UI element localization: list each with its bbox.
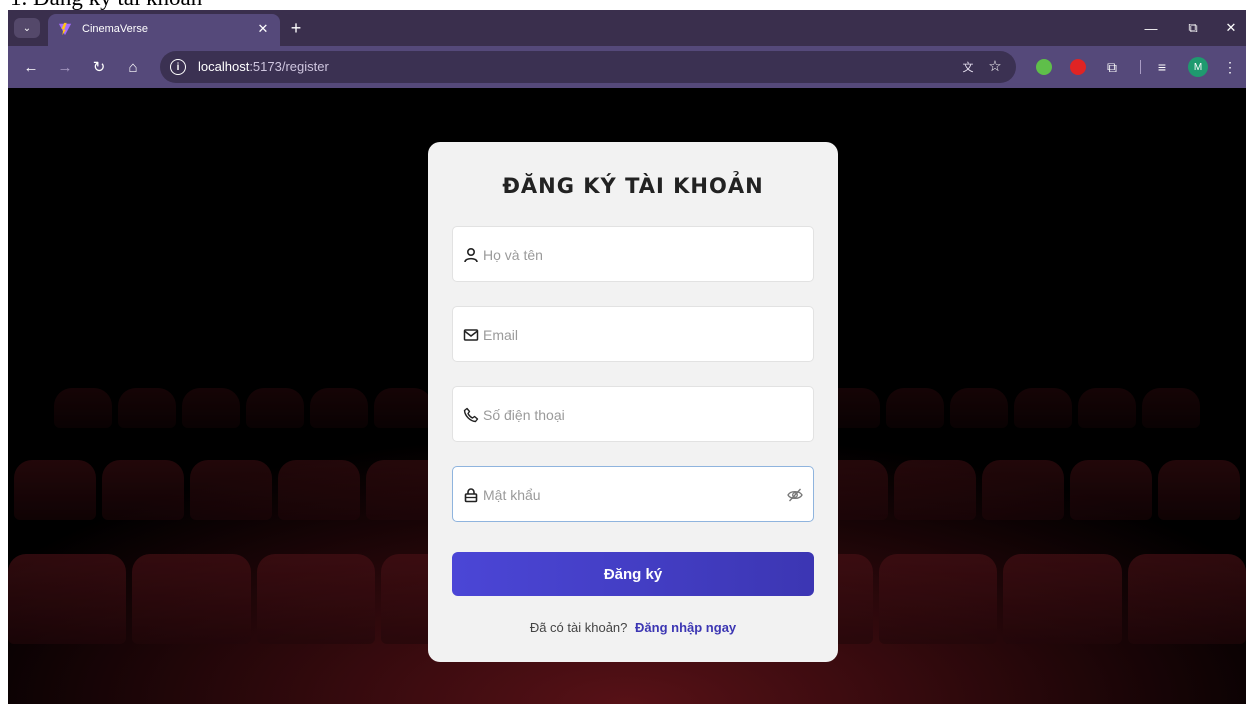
page-viewport: ĐĂNG KÝ TÀI KHOẢN Họ và tên Email Số điệ… <box>8 88 1246 704</box>
restore-icon[interactable]: ⧉ <box>1182 18 1204 38</box>
lock-icon <box>464 488 478 503</box>
mail-icon <box>463 329 479 341</box>
extensions-puzzle-icon[interactable]: ⧉ <box>1102 57 1122 77</box>
login-prompt-row: Đã có tài khoản? Đăng nhập ngay <box>428 620 838 635</box>
user-icon <box>464 247 478 263</box>
reading-list-icon[interactable]: ≡ <box>1152 57 1172 77</box>
tab-strip: ⌄ CinemaVerse ✕ + — ⧉ ✕ <box>8 10 1246 46</box>
site-info-icon[interactable]: i <box>170 59 186 75</box>
phone-field <box>452 386 814 442</box>
document-heading: 1. Đăng ký tài khoản <box>10 0 202 10</box>
eye-off-icon[interactable] <box>787 487 803 503</box>
bookmark-star-icon[interactable]: ☆ <box>986 57 1004 75</box>
name-field <box>452 226 814 282</box>
email-input[interactable] <box>483 321 783 349</box>
minimize-icon[interactable]: — <box>1140 18 1162 38</box>
window-close-icon[interactable]: ✕ <box>1220 18 1242 38</box>
email-field <box>452 306 814 362</box>
address-bar[interactable]: i localhost:5173/register 文 ☆ <box>160 51 1016 83</box>
extension-green-icon[interactable] <box>1036 59 1052 75</box>
reload-icon[interactable]: ↻ <box>88 57 110 77</box>
chevron-down-icon: ⌄ <box>22 22 32 34</box>
tab-close-icon[interactable]: ✕ <box>254 20 272 38</box>
register-button[interactable]: Đăng ký <box>452 552 814 596</box>
phone-input[interactable] <box>483 401 783 429</box>
phone-icon <box>463 407 479 423</box>
browser-toolbar: ← → ↻ ⌂ i localhost:5173/register 文 ☆ ⧉ … <box>8 46 1246 88</box>
name-input[interactable] <box>483 241 783 269</box>
tab-title: CinemaVerse <box>82 23 149 35</box>
page-title: ĐĂNG KÝ TÀI KHOẢN <box>502 174 764 198</box>
url-host: localhost <box>198 59 250 74</box>
password-input[interactable] <box>483 481 773 509</box>
tab-search-button[interactable]: ⌄ <box>14 18 40 38</box>
new-tab-button[interactable]: + <box>286 18 306 38</box>
forward-icon[interactable]: → <box>54 57 76 77</box>
password-field <box>452 466 814 522</box>
home-icon[interactable]: ⌂ <box>122 57 144 77</box>
tab-cinemaverse[interactable]: CinemaVerse ✕ <box>48 14 280 46</box>
translate-icon[interactable]: 文 <box>960 59 976 75</box>
profile-avatar[interactable]: M <box>1188 57 1208 77</box>
login-link[interactable]: Đăng nhập ngay <box>635 620 736 635</box>
login-prompt-text: Đã có tài khoản? <box>529 620 628 635</box>
back-icon[interactable]: ← <box>20 57 42 77</box>
address-url[interactable]: localhost:5173/register <box>198 59 329 74</box>
browser-window: ⌄ CinemaVerse ✕ + — ⧉ ✕ ← → ↻ ⌂ i localh… <box>8 10 1246 704</box>
menu-kebab-icon[interactable]: ⋮ <box>1220 57 1240 77</box>
toolbar-divider <box>1140 60 1141 74</box>
vite-logo-icon <box>58 22 72 36</box>
extension-red-icon[interactable] <box>1070 59 1086 75</box>
register-card: ĐĂNG KÝ TÀI KHOẢN Họ và tên Email Số điệ… <box>428 142 838 662</box>
url-path: :5173/register <box>249 59 329 74</box>
